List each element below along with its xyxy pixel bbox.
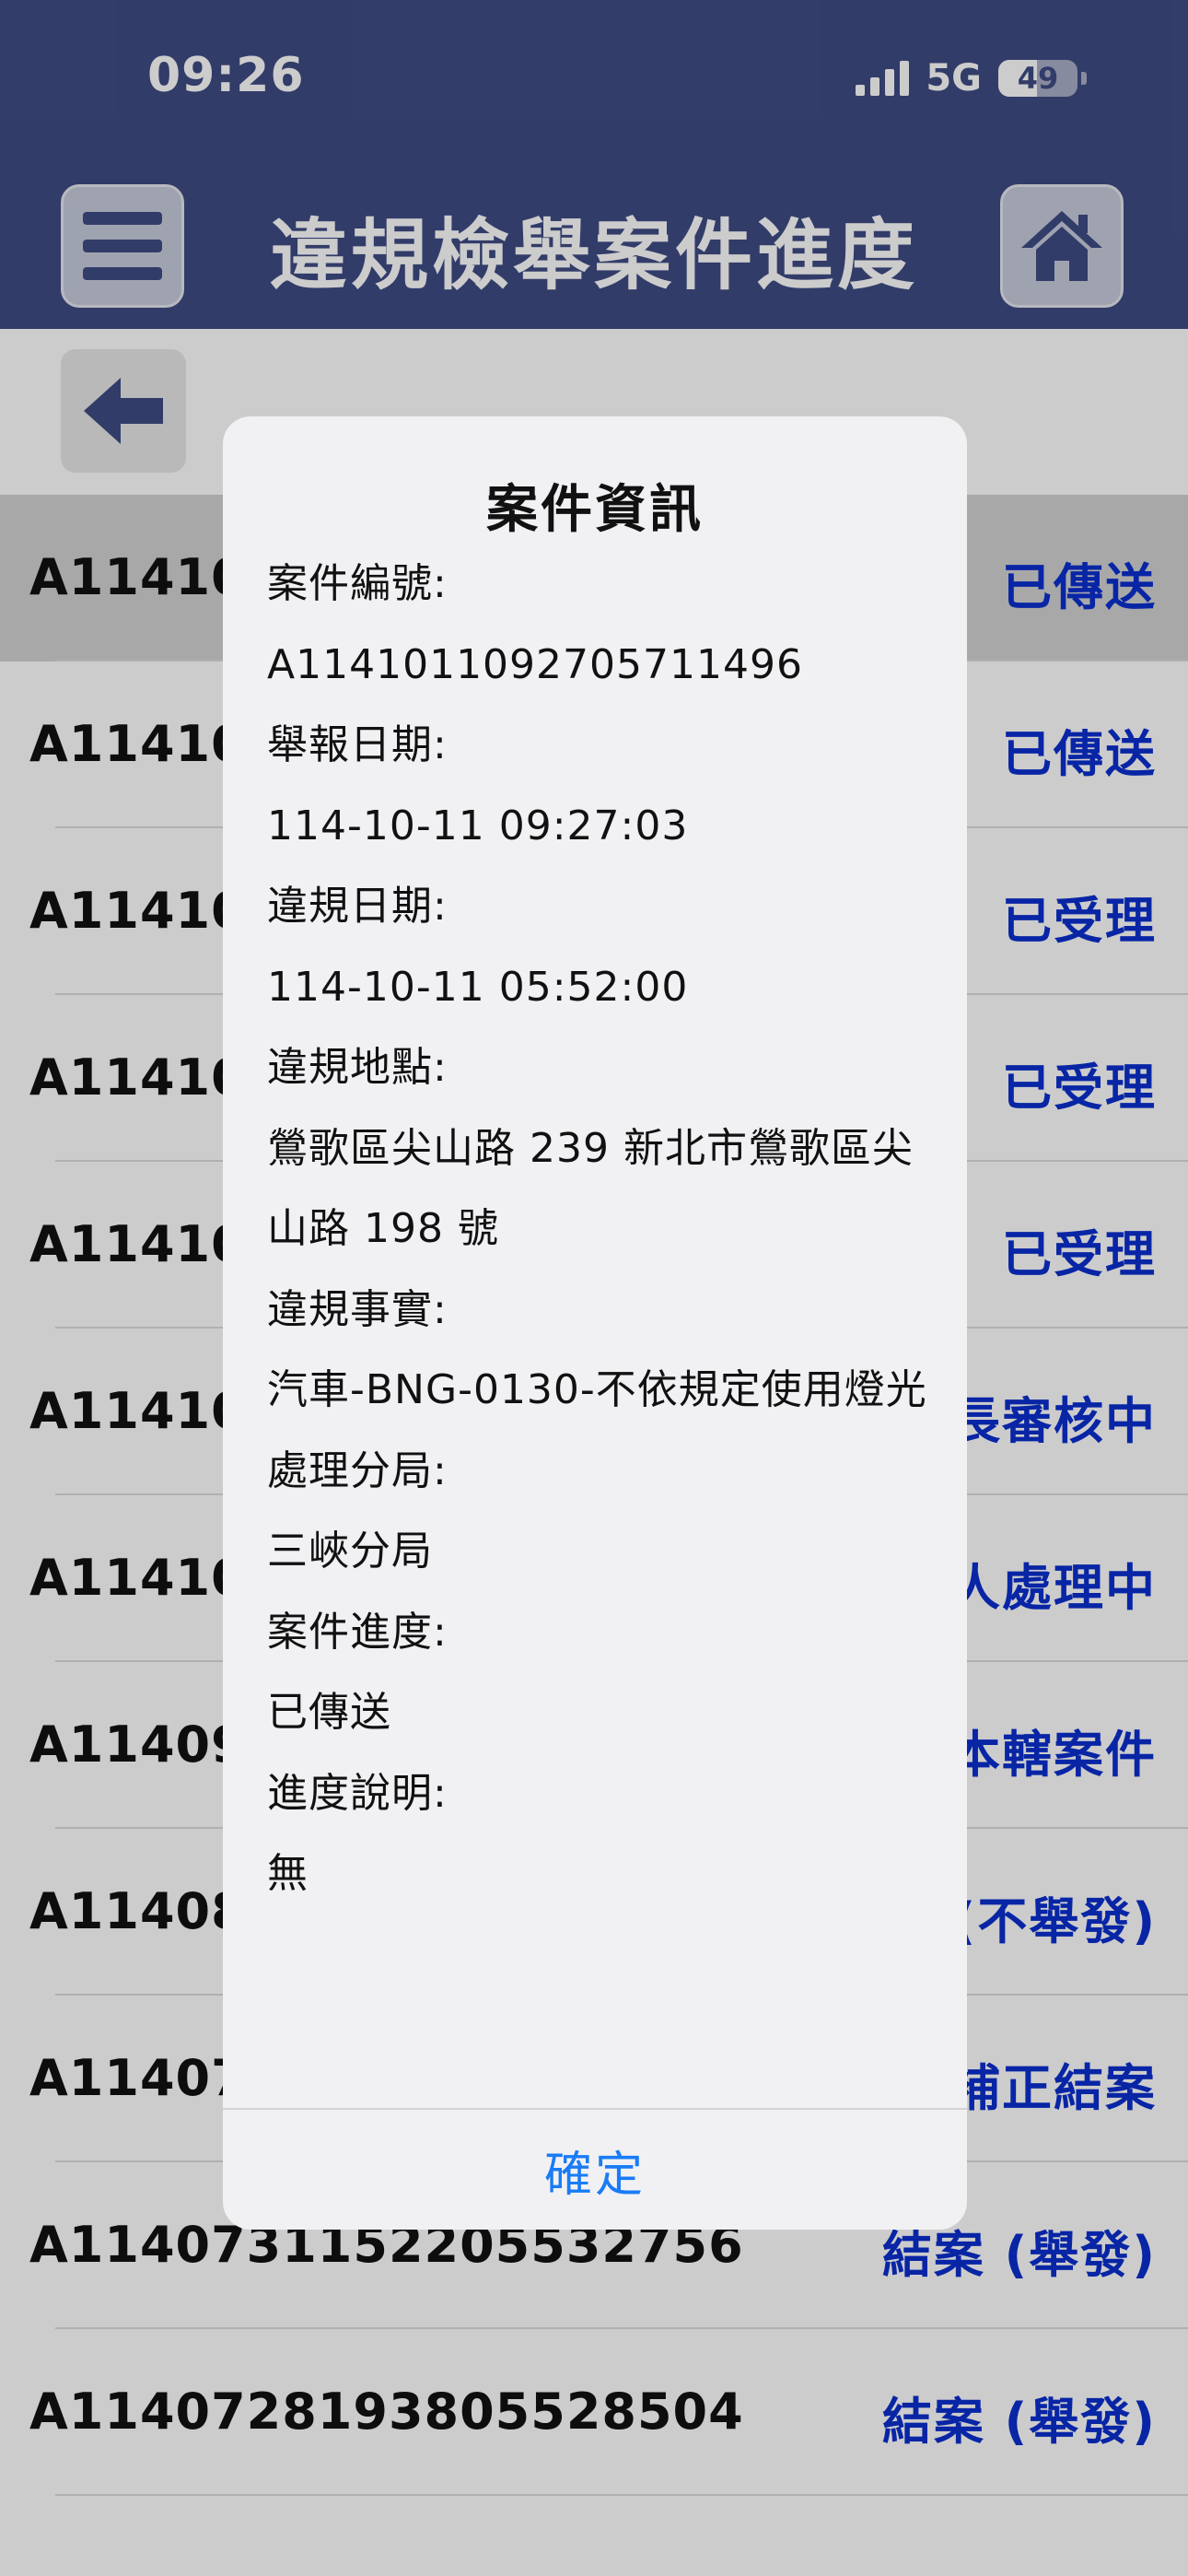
field-case-progress: 案件進度: 已傳送: [267, 1592, 930, 1753]
field-label: 違規地點:: [267, 1044, 448, 1091]
field-label: 案件進度:: [267, 1608, 448, 1656]
field-value: 鶯歌區尖山路 239 新北市鶯歌區尖山路 198 號: [267, 1124, 914, 1253]
field-value: 114-10-11 05:52:00: [267, 963, 689, 1011]
field-value: 無: [267, 1850, 309, 1897]
field-report-date: 舉報日期: 114-10-11 09:27:03: [267, 705, 930, 866]
field-violation-location: 違規地點: 鶯歌區尖山路 239 新北市鶯歌區尖山路 198 號: [267, 1027, 930, 1270]
field-value: 已傳送: [267, 1689, 391, 1736]
field-value: 汽車-BNG-0130-不依規定使用燈光: [267, 1366, 927, 1413]
field-label: 舉報日期:: [267, 721, 448, 768]
field-violation-date: 違規日期: 114-10-11 05:52:00: [267, 866, 930, 1027]
confirm-button[interactable]: 確定: [223, 2110, 967, 2230]
dialog-body: 案件編號: A114101109270571​1496 舉報日期: 114-10…: [267, 544, 930, 1914]
field-label: 進度說明:: [267, 1769, 448, 1817]
field-label: 處理分局:: [267, 1446, 448, 1494]
field-label: 案件編號:: [267, 560, 448, 607]
field-label: 違規日期:: [267, 883, 448, 930]
field-precinct: 處理分局: 三峽分局: [267, 1431, 930, 1592]
field-value: A114101109270571​1496: [267, 640, 803, 688]
dialog-title: 案件資訊: [486, 480, 704, 540]
case-info-dialog: 案件資訊 案件編號: A114101109270571​1496 舉報日期: 1…: [223, 416, 967, 2230]
field-violation-fact: 違規事實: 汽車-BNG-0130-不依規定使用燈光: [267, 1270, 930, 1431]
field-value: 114-10-11 09:27:03: [267, 802, 689, 849]
field-label: 違規事實:: [267, 1285, 448, 1333]
field-case-number: 案件編號: A114101109270571​1496: [267, 544, 930, 705]
field-value: 三峽分局: [267, 1528, 433, 1575]
field-progress-note: 進度說明: 無: [267, 1753, 930, 1914]
